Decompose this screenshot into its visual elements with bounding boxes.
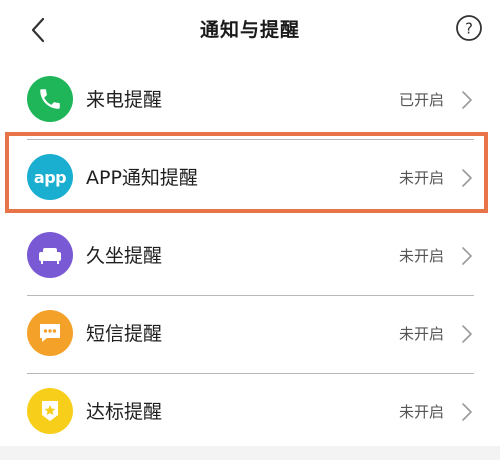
row-call-reminder[interactable]: 来电提醒 已开启 xyxy=(0,62,500,140)
row-label: 短信提醒 xyxy=(86,323,163,345)
phone-icon xyxy=(27,76,73,122)
app-icon: app xyxy=(27,154,73,200)
status-text: 未开启 xyxy=(398,325,444,343)
row-label: APP通知提醒 xyxy=(86,167,198,189)
sofa-icon xyxy=(27,232,73,278)
status-text: 未开启 xyxy=(398,403,444,421)
question-circle-icon: ? xyxy=(456,15,482,41)
chevron-right-icon xyxy=(462,325,472,343)
row-label: 来电提醒 xyxy=(86,89,163,111)
status-text: 已开启 xyxy=(398,91,444,109)
chevron-right-icon xyxy=(462,247,472,265)
help-button[interactable]: ? xyxy=(455,14,483,42)
row-label: 久坐提醒 xyxy=(86,245,163,267)
row-goal-reminder[interactable]: 达标提醒 未开启 xyxy=(0,374,500,452)
header-bar: 通知与提醒 ? xyxy=(0,0,500,62)
chevron-right-icon xyxy=(462,91,472,109)
row-app-notification[interactable]: app APP通知提醒 未开启 xyxy=(0,140,500,218)
badge-star-icon xyxy=(27,388,73,434)
app-icon-text: app xyxy=(33,167,67,187)
status-text: 未开启 xyxy=(398,247,444,265)
row-sedentary-reminder[interactable]: 久坐提醒 未开启 xyxy=(0,218,500,296)
page-title: 通知与提醒 xyxy=(199,19,300,41)
row-sms-reminder[interactable]: 短信提醒 未开启 xyxy=(0,296,500,374)
message-icon xyxy=(27,310,73,356)
bottom-strip xyxy=(0,446,500,460)
help-glyph: ? xyxy=(465,20,473,38)
row-label: 达标提醒 xyxy=(86,401,163,423)
chevron-right-icon xyxy=(462,169,472,187)
status-text: 未开启 xyxy=(398,169,444,187)
chevron-right-icon xyxy=(462,403,472,421)
